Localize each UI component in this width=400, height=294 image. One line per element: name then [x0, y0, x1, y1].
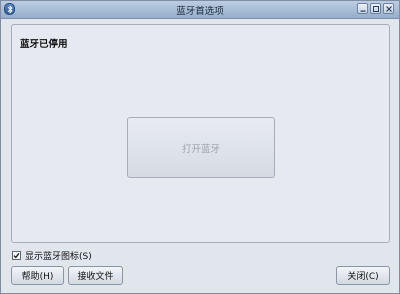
close-window-button[interactable] — [383, 3, 394, 14]
help-button[interactable]: 帮助(H) — [11, 266, 64, 285]
bluetooth-status-panel: 蓝牙已停用 打开蓝牙 — [11, 24, 390, 243]
help-button-label: 帮助(H) — [21, 272, 54, 282]
close-button-label: 关闭(C) — [347, 272, 379, 282]
bluetooth-status-text: 蓝牙已停用 — [20, 39, 68, 50]
show-icon-checkbox[interactable] — [12, 251, 21, 260]
enable-bluetooth-button[interactable]: 打开蓝牙 — [127, 117, 275, 178]
close-icon — [386, 6, 392, 12]
window-title: 蓝牙首选项 — [176, 6, 224, 17]
minimize-button[interactable] — [357, 3, 368, 14]
receive-files-label: 接收文件 — [77, 272, 114, 282]
enable-bluetooth-label: 打开蓝牙 — [181, 143, 220, 155]
receive-files-button[interactable]: 接收文件 — [68, 266, 123, 285]
checkmark-icon — [13, 252, 20, 259]
close-button[interactable]: 关闭(C) — [336, 266, 390, 285]
show-icon-option[interactable]: 显示蓝牙图标(S) — [12, 249, 92, 262]
maximize-icon — [373, 6, 379, 12]
title-bar[interactable]: 蓝牙首选项 — [1, 1, 399, 19]
show-icon-label: 显示蓝牙图标(S) — [25, 252, 92, 262]
maximize-button[interactable] — [370, 3, 381, 14]
preferences-window: 蓝牙首选项 蓝牙已停用 打开蓝牙 显示蓝牙图标(S) 帮助(H) 接收文件 关闭… — [0, 0, 400, 294]
minimize-icon — [360, 10, 366, 12]
